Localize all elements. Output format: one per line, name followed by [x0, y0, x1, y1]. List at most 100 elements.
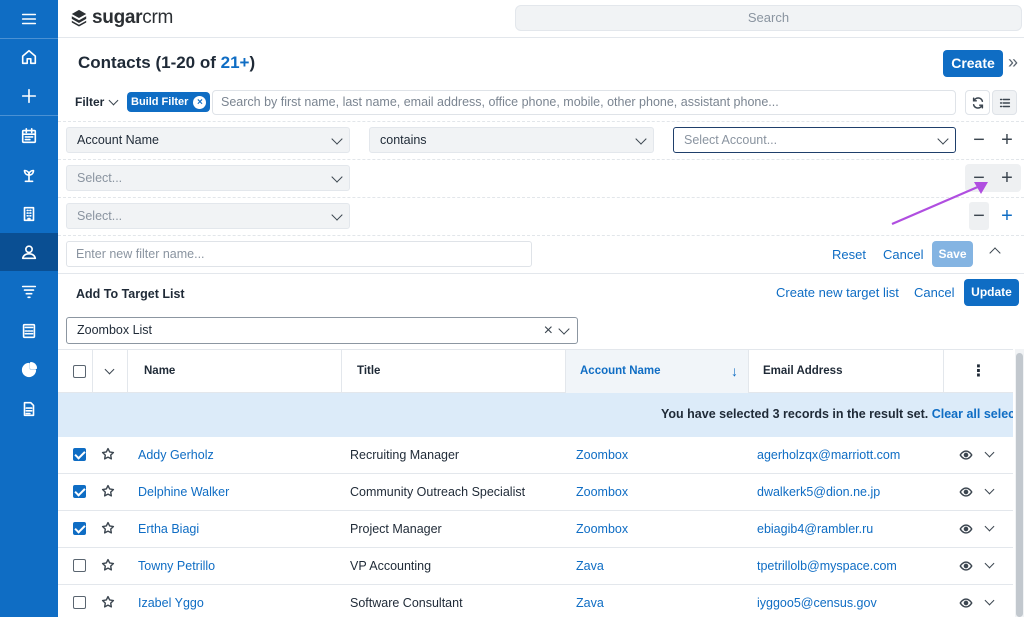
preview-eye-icon[interactable]	[959, 596, 973, 610]
preview-eye-icon[interactable]	[959, 559, 973, 573]
leads-funnel-icon[interactable]	[0, 272, 58, 310]
clear-selections-link[interactable]: Clear all selections	[932, 407, 1013, 421]
row-checkbox[interactable]	[73, 522, 86, 535]
new-filter-name-input[interactable]: Enter new filter name...	[66, 241, 532, 267]
target-list-select[interactable]: Zoombox List ×	[66, 317, 578, 344]
column-name[interactable]: Name	[130, 350, 342, 393]
select-all-checkbox[interactable]	[73, 365, 86, 378]
row-actions-chevron-icon[interactable]	[984, 521, 995, 532]
chevron-up-icon[interactable]	[989, 247, 1001, 259]
plus-icon[interactable]: +	[997, 164, 1017, 192]
cancel-filter-link[interactable]: Cancel	[883, 247, 923, 262]
contact-name-link[interactable]: Izabel Yggo	[138, 596, 204, 610]
record-count: 21+	[220, 53, 250, 72]
contact-name-link[interactable]: Delphine Walker	[138, 485, 229, 499]
column-menu-kebab-icon[interactable]: ⋮	[944, 350, 1013, 393]
menu-icon[interactable]	[0, 0, 58, 38]
chevron-down-icon	[331, 171, 343, 183]
select-account-field[interactable]: Select Account...	[673, 127, 956, 153]
home-icon[interactable]	[0, 38, 58, 76]
create-target-list-link[interactable]: Create new target list	[776, 285, 899, 300]
account-name-link[interactable]: Zoombox	[576, 522, 628, 536]
contact-name-link[interactable]: Addy Gerholz	[138, 448, 214, 462]
favorite-star-icon[interactable]	[101, 595, 115, 609]
account-name-link[interactable]: Zoombox	[576, 485, 628, 499]
select-placeholder: Select...	[77, 209, 123, 223]
sort-down-arrow-icon: ↓	[731, 363, 738, 379]
email-link[interactable]: agerholzqx@marriott.com	[757, 448, 900, 462]
contact-name-link[interactable]: Ertha Biagi	[138, 522, 199, 536]
accounts-building-icon[interactable]	[0, 195, 58, 233]
row-checkbox[interactable]	[73, 448, 86, 461]
build-filter-label: Build Filter	[131, 96, 189, 108]
sugarcrm-logo[interactable]: sugarcrm	[70, 7, 173, 29]
table-row[interactable]: Ertha Biagi Project Manager Zoombox ebiagib…	[58, 511, 1013, 548]
account-name-link[interactable]: Zava	[576, 559, 604, 573]
cancel-target-list-link[interactable]: Cancel	[914, 285, 954, 300]
table-row[interactable]: Towny Petrillo VP Accounting Zava tpetrillo…	[58, 548, 1013, 585]
minus-icon[interactable]: −	[969, 126, 989, 154]
row-checkbox[interactable]	[73, 596, 86, 609]
reset-link[interactable]: Reset	[832, 247, 866, 262]
contacts-person-icon[interactable]	[0, 233, 58, 271]
filter-dropdown[interactable]: Filter	[75, 95, 119, 109]
row-actions-chevron-icon[interactable]	[984, 484, 995, 495]
preview-eye-icon[interactable]	[959, 485, 973, 499]
filter-field-select-3[interactable]: Select...	[66, 203, 350, 229]
global-search-input[interactable]: Search	[515, 5, 1022, 31]
row-actions-chevron-icon[interactable]	[984, 595, 995, 606]
contact-name-link[interactable]: Towny Petrillo	[138, 559, 215, 573]
create-button[interactable]: Create	[943, 50, 1003, 77]
logo-text-bold: sugar	[92, 7, 143, 28]
row-actions-chevron-icon[interactable]	[984, 558, 995, 569]
filter-operator-select[interactable]: contains	[369, 127, 654, 153]
row-actions-chevron-icon[interactable]	[984, 447, 995, 458]
favorite-star-icon[interactable]	[101, 521, 115, 535]
filter-field-select[interactable]: Account Name	[66, 127, 350, 153]
favorite-star-icon[interactable]	[101, 484, 115, 498]
update-button[interactable]: Update	[964, 279, 1019, 306]
close-icon[interactable]: ×	[193, 95, 207, 109]
refresh-button[interactable]	[965, 90, 990, 115]
table-row[interactable]: Addy Gerholz Recruiting Manager Zoombox age…	[58, 437, 1013, 474]
save-filter-button[interactable]: Save	[932, 241, 973, 267]
row-checkbox[interactable]	[73, 485, 86, 498]
filter-field-value: Account Name	[77, 133, 159, 147]
filter-field-select-2[interactable]: Select...	[66, 165, 350, 191]
scrollbar[interactable]	[1015, 349, 1024, 617]
column-account-name[interactable]: Account Name ↓	[566, 350, 749, 393]
build-filter-chip[interactable]: Build Filter ×	[127, 92, 211, 112]
calendar-icon[interactable]	[0, 117, 58, 155]
account-name-link[interactable]: Zava	[576, 596, 604, 610]
email-link[interactable]: ebiagib4@rambler.ru	[757, 522, 873, 536]
double-chevron-right-icon[interactable]: »	[1008, 52, 1018, 73]
email-link[interactable]: dwalkerk5@dion.ne.jp	[757, 485, 880, 499]
table-row[interactable]: Delphine Walker Community Outreach Specia…	[58, 474, 1013, 511]
column-title[interactable]: Title	[343, 350, 566, 393]
email-link[interactable]: tpetrillolb@myspace.com	[757, 559, 897, 573]
column-email[interactable]: Email Address	[749, 350, 944, 393]
scrollbar-thumb[interactable]	[1016, 353, 1023, 617]
favorite-star-icon[interactable]	[101, 447, 115, 461]
annotation-arrow	[891, 182, 988, 226]
row-checkbox[interactable]	[73, 559, 86, 572]
preview-eye-icon[interactable]	[959, 522, 973, 536]
account-name-link[interactable]: Zoombox	[576, 448, 628, 462]
plus-icon[interactable]: +	[997, 126, 1017, 154]
opportunities-icon[interactable]	[0, 156, 58, 194]
divider	[58, 235, 1024, 236]
calculator-icon[interactable]	[0, 312, 58, 350]
table-row[interactable]: Izabel Yggo Software Consultant Zava iyggoo…	[58, 585, 1013, 617]
preview-eye-icon[interactable]	[959, 448, 973, 462]
favorite-star-icon[interactable]	[101, 558, 115, 572]
list-view-button[interactable]	[992, 90, 1017, 115]
reports-pie-icon[interactable]	[0, 351, 58, 389]
email-link[interactable]: iyggoo5@census.gov	[757, 596, 877, 610]
add-icon[interactable]	[0, 77, 58, 115]
filter-search-input[interactable]: Search by first name, last name, email a…	[212, 90, 956, 115]
clear-icon[interactable]: ×	[544, 318, 553, 343]
documents-icon[interactable]	[0, 390, 58, 428]
logo-cube-icon	[71, 9, 87, 27]
plus-icon[interactable]: +	[997, 202, 1017, 230]
mass-action-cell[interactable]	[93, 350, 128, 393]
